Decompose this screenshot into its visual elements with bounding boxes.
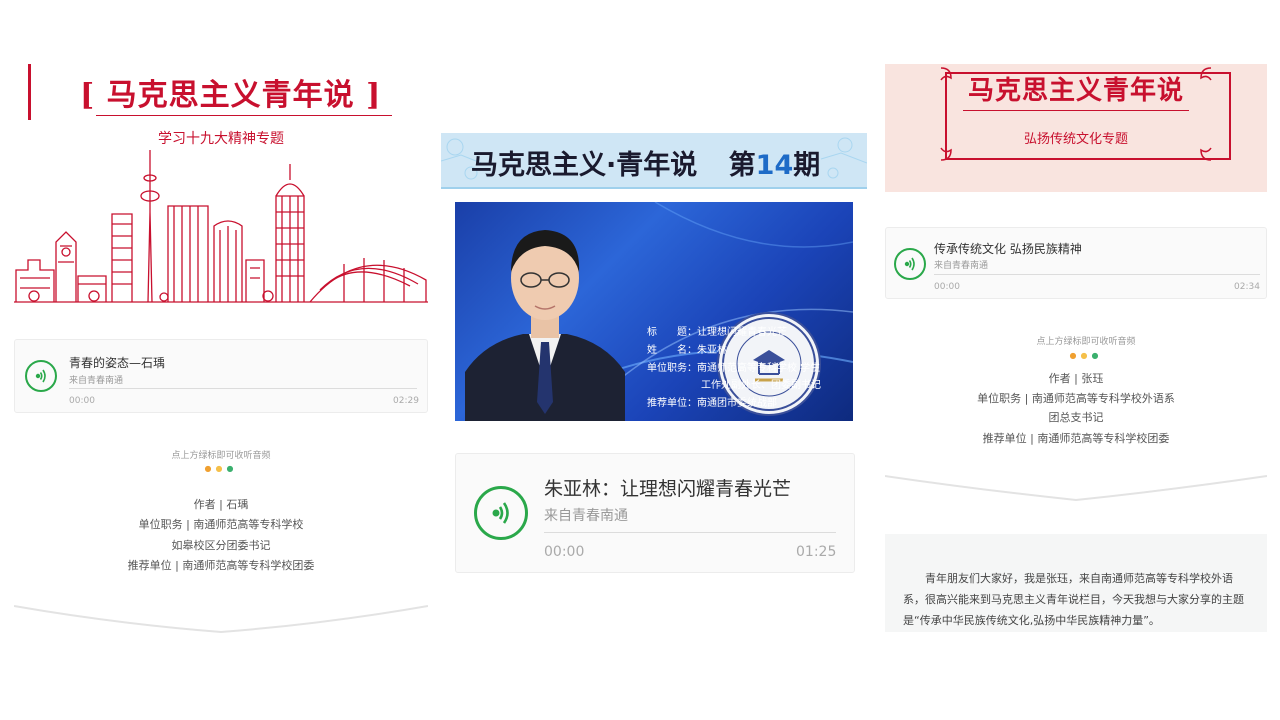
photo-position-line: 单位职务：南通师范高等专科学校 学生 [647, 363, 821, 374]
photo-title-line: 标 题：让理想闪耀青春光芒 [647, 327, 787, 338]
left-listen-hint: 点上方绿标即可收听音频 [171, 451, 271, 461]
left-audio-current-time: 00:00 [69, 396, 95, 406]
left-position-line-2: 如皋校区分团委书记 [171, 539, 271, 552]
middle-audio-duration: 01:25 [796, 544, 837, 560]
left-header-title: [ 马克思主义青年说 ] [80, 78, 382, 113]
middle-audio-current-time: 00:00 [544, 544, 585, 560]
right-wave-divider [885, 475, 1267, 502]
middle-audio-progress-bar[interactable] [544, 532, 836, 533]
right-audio-player[interactable]: 传承传统文化 弘扬民族精神 来自青春南通 00:00 02:34 [885, 227, 1267, 299]
right-title-rule [963, 110, 1189, 111]
left-audio-player[interactable]: 青春的姿态—石瑀 来自青春南通 00:00 02:29 [14, 339, 428, 413]
right-audio-progress-bar[interactable] [934, 274, 1260, 275]
left-decorative-dots: ●●● [204, 464, 238, 473]
right-listen-hint: 点上方绿标即可收听音频 [1036, 337, 1136, 347]
issue-header-title: 马克思主义·青年说 第14期 [471, 143, 820, 182]
right-position-line: 单位职务 | 南通师范高等专科学校外语系 [977, 392, 1175, 405]
right-header-subtitle: 弘扬传统文化专题 [1023, 132, 1128, 147]
left-audio-source: 来自青春南通 [69, 376, 124, 386]
speaker-photo-card: 标 题：让理想闪耀青春光芒 姓 名：朱亚林 单位职务：南通师范高等专科学校 学生… [455, 202, 853, 421]
column-name: 马克思主义·青年说 [471, 150, 698, 181]
photo-position-line-2: 工作处副处长、团委副书记 [701, 380, 821, 391]
issue-number: 14 [755, 150, 794, 181]
right-header-banner: 马克思主义青年说 弘扬传统文化专题 [885, 64, 1267, 192]
left-audio-title: 青春的姿态—石瑀 [69, 356, 166, 370]
left-position-line: 单位职务 | 南通师范高等专科学校 [138, 518, 304, 531]
middle-audio-source: 来自青春南通 [544, 508, 628, 524]
right-audio-title: 传承传统文化 弘扬民族精神 [934, 242, 1082, 256]
left-article-panel: [ 马克思主义青年说 ] 学习十九大精神专题 青春的姿态—石瑀 来自青春南通 0… [14, 64, 428, 634]
city-skyline-illustration [14, 150, 428, 303]
left-title-rule [96, 115, 392, 116]
left-recommender-line: 推荐单位 | 南通师范高等专科学校团委 [127, 559, 315, 572]
left-audio-duration: 02:29 [393, 396, 419, 406]
issue-suffix: 期 [793, 150, 821, 181]
audio-play-icon[interactable] [25, 360, 57, 392]
right-author-line: 作者 | 张珏 [1048, 372, 1104, 385]
left-author-line: 作者 | 石瑀 [193, 498, 249, 511]
issue-header-banner: 马克思主义·青年说 第14期 [441, 133, 867, 189]
right-audio-source: 来自青春南通 [934, 261, 989, 271]
middle-audio-player[interactable]: 朱亚林：让理想闪耀青春光芒 来自青春南通 00:00 01:25 [455, 453, 855, 573]
left-audio-progress-bar[interactable] [69, 388, 417, 389]
right-decorative-dots: ●●● [1069, 351, 1103, 360]
left-red-divider [28, 64, 31, 120]
photo-recommender-line: 推荐单位：南通团市委统战部 [647, 398, 777, 409]
right-position-line-2: 团总支书记 [1048, 411, 1104, 424]
right-article-panel: 马克思主义青年说 弘扬传统文化专题 传承传统文化 弘扬民族精神 来自青春南通 0… [885, 64, 1267, 632]
right-audio-current-time: 00:00 [934, 282, 960, 292]
right-audio-duration: 02:34 [1234, 282, 1260, 292]
article-body-section: 青年朋友们大家好，我是张珏，来自南通师范高等专科学校外语系，很高兴能来到马克思主… [885, 534, 1267, 632]
speaker-portrait [465, 230, 625, 421]
right-header-title: 马克思主义青年说 [967, 76, 1184, 106]
audio-play-icon[interactable] [474, 486, 528, 540]
middle-audio-title: 朱亚林：让理想闪耀青春光芒 [544, 478, 792, 500]
left-wave-divider [14, 605, 428, 634]
middle-article-panel: 马克思主义·青年说 第14期 标 题：让理想闪耀青春光芒 姓 名：朱亚林 单位职… [441, 133, 867, 575]
audio-play-icon[interactable] [894, 248, 926, 280]
photo-name-line: 姓 名：朱亚林 [647, 345, 727, 356]
article-opening-paragraph: 青年朋友们大家好，我是张珏，来自南通师范高等专科学校外语系，很高兴能来到马克思主… [903, 572, 1244, 627]
issue-prefix: 第 [728, 150, 756, 181]
right-recommender-line: 推荐单位 | 南通师范高等专科学校团委 [982, 432, 1170, 445]
